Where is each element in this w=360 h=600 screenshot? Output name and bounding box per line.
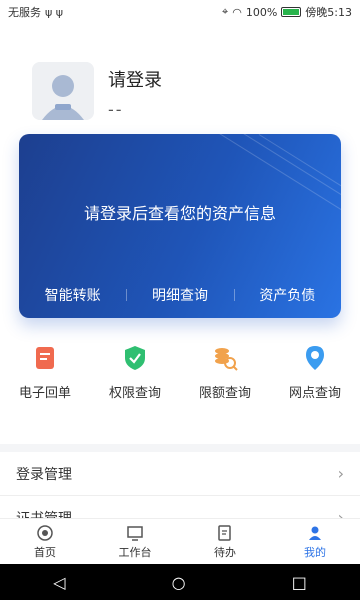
tab-workbench[interactable]: 工作台 xyxy=(90,519,180,564)
battery-percent: 100% xyxy=(245,5,278,19)
tab-label: 工作台 xyxy=(118,545,152,559)
avatar-person-icon xyxy=(32,62,94,120)
quick-item-branch[interactable]: 网点查询 xyxy=(270,340,360,410)
status-bar: 无服务 ψ ψ ⌖ ◠ 100% 傍晚5:13 xyxy=(0,0,360,24)
tab-label: 首页 xyxy=(34,545,56,559)
tab-todo[interactable]: 待办 xyxy=(180,519,270,564)
location-icon: ⌖ xyxy=(222,5,229,18)
usb-icon: ψ ψ xyxy=(45,5,64,19)
login-subtitle: -- xyxy=(108,100,124,119)
smart-transfer-button[interactable]: 智能转账 xyxy=(19,285,126,305)
menu-item-login-management[interactable]: 登录管理 › xyxy=(0,452,360,496)
quick-label: 电子回单 xyxy=(18,386,71,401)
login-title[interactable]: 请登录 xyxy=(108,66,162,92)
monitor-icon xyxy=(127,525,143,541)
tab-label: 待办 xyxy=(214,545,236,559)
home-circle-icon[interactable]: ○ xyxy=(172,573,186,592)
quick-label: 限额查询 xyxy=(198,386,251,401)
system-nav-bar: ◁ ○ □ xyxy=(0,564,360,600)
quick-actions: 电子回单 权限查询 限额查询 网点查询 xyxy=(0,340,360,410)
tab-home[interactable]: 首页 xyxy=(0,519,90,564)
asset-card-actions: 智能转账 明细查询 资产负债 xyxy=(19,272,341,318)
detail-query-button[interactable]: 明细查询 xyxy=(126,285,233,305)
tab-mine[interactable]: 我的 xyxy=(270,519,360,564)
menu-item-label: 登录管理 xyxy=(16,466,72,483)
asset-card-message: 请登录后查看您的资产信息 xyxy=(83,204,276,223)
status-left: 无服务 ψ ψ xyxy=(8,4,63,20)
clock-text: 傍晚5:13 xyxy=(305,6,352,19)
chevron-right-icon: › xyxy=(337,464,344,483)
quick-label: 网点查询 xyxy=(288,386,341,401)
todo-icon xyxy=(218,524,231,541)
quick-item-receipt[interactable]: 电子回单 xyxy=(0,340,90,410)
carrier-text: 无服务 xyxy=(8,6,41,19)
home-icon xyxy=(37,524,53,541)
asset-liability-button[interactable]: 资产负债 xyxy=(233,285,341,305)
wifi-icon: ◠ xyxy=(232,5,242,19)
tab-label: 我的 xyxy=(304,545,326,559)
battery-icon xyxy=(281,7,302,17)
location-pin-icon xyxy=(306,346,324,370)
asset-card[interactable]: 请登录后查看您的资产信息 智能转账 明细查询 资产负债 xyxy=(19,134,341,318)
avatar[interactable] xyxy=(32,62,94,120)
quick-label: 权限查询 xyxy=(108,386,161,401)
bottom-tab-bar: 首页 工作台 待办 我的 xyxy=(0,518,360,564)
quick-item-permission[interactable]: 权限查询 xyxy=(90,340,180,410)
status-right: ⌖ ◠ 100% 傍晚5:13 xyxy=(222,4,352,20)
receipt-icon xyxy=(36,347,54,369)
coin-search-icon xyxy=(215,348,238,371)
recent-apps-icon[interactable]: □ xyxy=(292,573,307,592)
shield-check-icon xyxy=(125,346,145,370)
back-icon[interactable]: ◁ xyxy=(53,573,65,592)
quick-item-limit[interactable]: 限额查询 xyxy=(180,340,270,410)
profile-icon xyxy=(309,526,321,540)
